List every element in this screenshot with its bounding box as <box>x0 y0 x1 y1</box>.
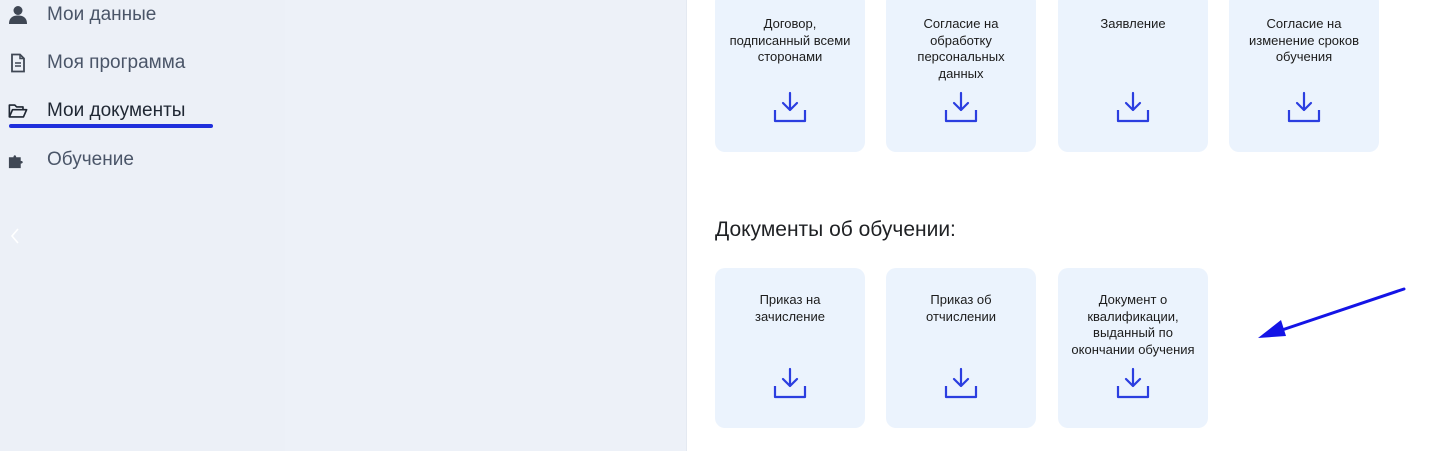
document-card-label: Согласие на обработку персональных данны… <box>917 16 1005 81</box>
document-card-label: Согласие на изменение сроков обучения <box>1248 16 1359 64</box>
active-item-underline <box>9 124 213 128</box>
puzzle-icon <box>8 150 28 170</box>
download-icon[interactable] <box>943 90 979 126</box>
download-icon[interactable] <box>772 366 808 402</box>
document-card-label: Заявление <box>1100 16 1166 31</box>
download-icon[interactable] <box>943 366 979 402</box>
sidebar-item-label: Мои данные <box>47 4 157 25</box>
chevron-left-icon[interactable] <box>10 227 20 245</box>
section-title: Документы об обучении: <box>715 218 956 241</box>
folder-open-icon <box>8 101 28 121</box>
document-card-enrollment-order[interactable]: Приказ на зачисление <box>715 268 865 428</box>
sidebar-item-my-data[interactable]: Мои данные <box>8 0 156 30</box>
sidebar: Мои данные Моя программа Мои документы О… <box>0 0 686 451</box>
download-icon[interactable] <box>1286 90 1322 126</box>
sidebar-item-my-program[interactable]: Моя программа <box>8 48 185 78</box>
sidebar-item-my-documents[interactable]: Мои документы <box>8 96 185 126</box>
download-icon[interactable] <box>1115 366 1151 402</box>
document-icon <box>8 53 28 73</box>
document-card-term-change-consent[interactable]: Согласие на изменение сроков обучения <box>1229 0 1379 152</box>
annotation-arrow-icon <box>1258 287 1406 338</box>
sidebar-item-label: Моя программа <box>47 52 186 73</box>
user-icon <box>8 5 28 25</box>
document-card-contract[interactable]: Договор, подписанный всеми сторонами <box>715 0 865 152</box>
document-card-label: Документ о квалификации, выданный по око… <box>1071 292 1195 357</box>
download-icon[interactable] <box>772 90 808 126</box>
document-card-expulsion-order[interactable]: Приказ об отчислении <box>886 268 1036 428</box>
document-card-label: Приказ на зачисление <box>755 292 825 324</box>
documents-panel: Договор, подписанный всеми сторонами Сог… <box>686 0 1430 451</box>
sidebar-item-training[interactable]: Обучение <box>8 145 134 175</box>
document-card-application[interactable]: Заявление <box>1058 0 1208 152</box>
document-card-personal-data-consent[interactable]: Согласие на обработку персональных данны… <box>886 0 1036 152</box>
document-card-qualification-document[interactable]: Документ о квалификации, выданный по око… <box>1058 268 1208 428</box>
download-icon[interactable] <box>1115 90 1151 126</box>
sidebar-item-label: Обучение <box>47 149 134 170</box>
document-card-label: Приказ об отчислении <box>926 292 996 324</box>
document-card-label: Договор, подписанный всеми сторонами <box>729 16 851 64</box>
sidebar-item-label: Мои документы <box>47 100 186 121</box>
